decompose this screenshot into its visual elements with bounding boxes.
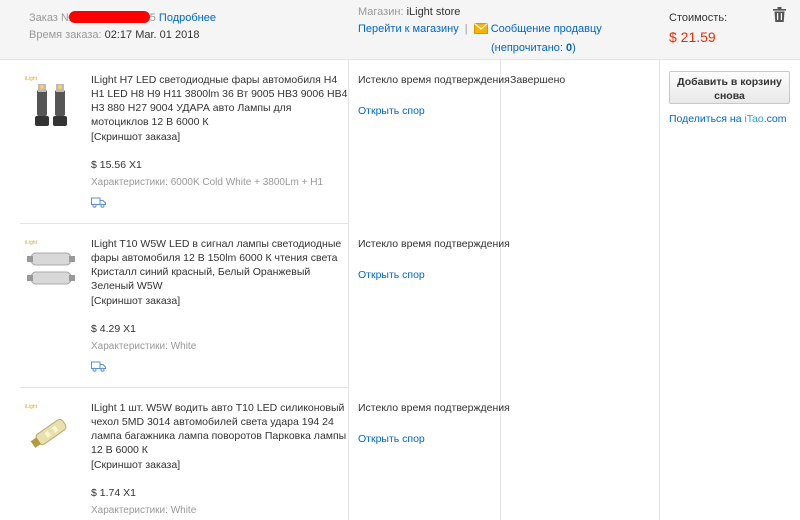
characteristics: Характеристики: White bbox=[91, 505, 197, 516]
open-dispute-link[interactable]: Открыть спор bbox=[358, 433, 425, 445]
trash-icon[interactable] bbox=[773, 7, 786, 25]
open-dispute-link[interactable]: Открыть спор bbox=[358, 105, 425, 117]
order-header: Заказ № 5 Подробнее Время заказа: 02:17 M… bbox=[0, 0, 800, 60]
product-title[interactable]: ILight 1 шт. W5W водить авто T10 LED сил… bbox=[91, 401, 349, 457]
order-item: iLight ILight 1 шт. W5W водить авто T10 … bbox=[0, 388, 800, 520]
total-label: Стоимость: bbox=[669, 12, 728, 24]
unit-price: $ 1.74 X1 bbox=[91, 487, 136, 499]
order-screenshot-link[interactable]: [Скриншот заказа] bbox=[91, 295, 180, 307]
order-screenshot-link[interactable]: [Скриншот заказа] bbox=[91, 131, 180, 143]
svg-text:iLight: iLight bbox=[25, 76, 38, 82]
product-image[interactable]: iLight bbox=[23, 236, 79, 296]
confirmation-expired: Истекло время подтверждения bbox=[358, 402, 510, 414]
order-number-label: Заказ № bbox=[29, 12, 73, 24]
truck-icon[interactable] bbox=[91, 361, 106, 375]
store-info: Магазин: iLight store Перейти к магазину… bbox=[358, 4, 602, 57]
product-image[interactable]: iLight bbox=[23, 400, 79, 460]
order-time-value: 02:17 Mar. 01 2018 bbox=[104, 29, 200, 41]
confirmation-expired: Истекло время подтверждения bbox=[358, 74, 510, 86]
total-price: $ 21.59 bbox=[669, 29, 716, 45]
order-time-label: Время заказа: bbox=[29, 29, 102, 41]
store-label: Магазин: bbox=[358, 6, 404, 18]
characteristics: Характеристики: White bbox=[91, 341, 197, 352]
message-seller-link[interactable]: Сообщение продавцу bbox=[491, 23, 602, 35]
product-title[interactable]: ILight H7 LED светодиодные фары автомоби… bbox=[91, 73, 349, 129]
order-screenshot-link[interactable]: [Скриншот заказа] bbox=[91, 459, 180, 471]
unit-price: $ 15.56 X1 bbox=[91, 159, 142, 171]
order-item: iLight ILight H7 LED светодиодные фары а… bbox=[0, 60, 800, 224]
svg-text:iLight: iLight bbox=[25, 404, 38, 410]
svg-text:iLight: iLight bbox=[25, 240, 38, 246]
order-total: Стоимость: $ 21.59 bbox=[669, 10, 727, 45]
link-separator: | bbox=[464, 23, 468, 35]
truck-icon[interactable] bbox=[91, 197, 106, 211]
order-item: iLight ILight T10 W5W LED в сигнал лампы… bbox=[0, 224, 800, 388]
unread-suffix[interactable]: ) bbox=[572, 42, 576, 54]
confirmation-expired: Истекло время подтверждения bbox=[358, 238, 510, 250]
open-dispute-link[interactable]: Открыть спор bbox=[358, 269, 425, 281]
characteristics: Характеристики: 6000K Cold White + 3800L… bbox=[91, 177, 324, 188]
product-title[interactable]: ILight T10 W5W LED в сигнал лампы светод… bbox=[91, 237, 349, 293]
order-number-redaction bbox=[68, 11, 150, 23]
order-number-suffix: 5 bbox=[149, 12, 156, 24]
envelope-icon[interactable] bbox=[473, 23, 488, 40]
store-name: iLight store bbox=[406, 6, 461, 18]
unit-price: $ 4.29 X1 bbox=[91, 323, 136, 335]
order-info: Заказ № 5 Подробнее Время заказа: 02:17 M… bbox=[29, 10, 216, 44]
unread-prefix[interactable]: (непрочитано: bbox=[491, 42, 566, 54]
go-to-store-link[interactable]: Перейти к магазину bbox=[358, 23, 459, 35]
product-image[interactable]: iLight bbox=[23, 72, 79, 132]
order-details-link[interactable]: Подробнее bbox=[159, 12, 216, 24]
